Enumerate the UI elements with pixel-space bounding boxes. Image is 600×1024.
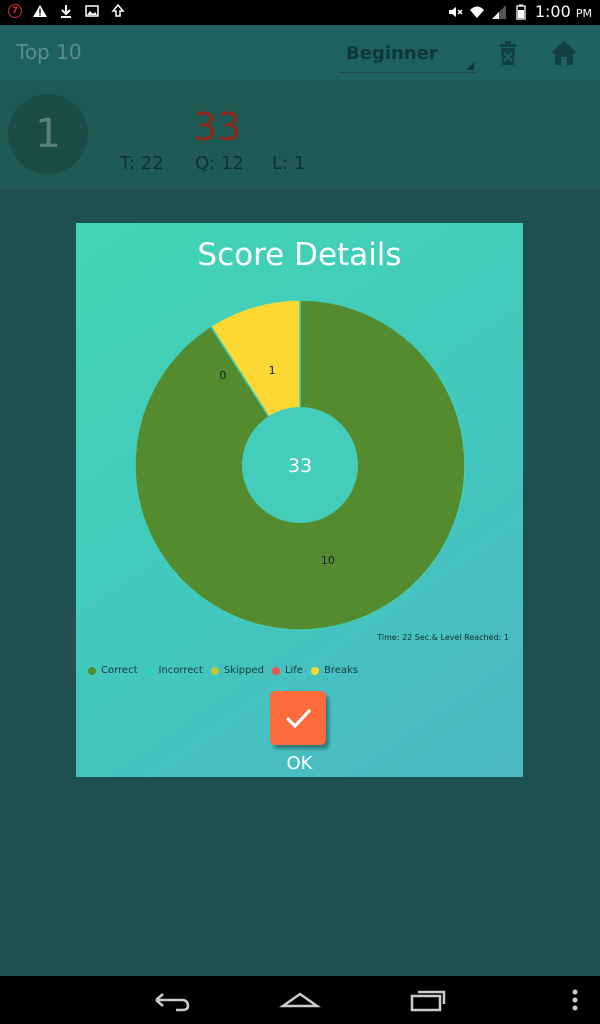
legend-dot <box>145 666 154 675</box>
slice-label-incorrect: 0 <box>219 369 226 382</box>
chart-footnote: Time: 22 Sec.& Level Reached: 1 <box>377 633 509 642</box>
lives-stat: L: 1 <box>272 153 306 174</box>
image-icon <box>85 5 99 17</box>
legend-label: Incorrect <box>158 665 203 676</box>
signal-icon <box>491 4 506 19</box>
upload-icon <box>111 3 125 17</box>
recent-apps-icon[interactable] <box>406 984 450 1016</box>
legend-label: Life <box>284 665 303 676</box>
back-icon[interactable] <box>150 984 194 1016</box>
legend-item-incorrect: Incorrect <box>145 665 203 676</box>
dropdown-caret-icon <box>466 62 474 70</box>
status-bar: 7 1:00 PM <box>0 0 600 25</box>
score-row: 1 33 T: 22 Q: 12 L: 1 <box>0 81 600 189</box>
battery-icon <box>516 4 526 20</box>
legend-dot <box>88 666 96 675</box>
download-icon <box>61 5 71 18</box>
center-score-label: 33 <box>288 455 312 477</box>
ok-label[interactable]: OK <box>76 753 523 774</box>
mute-icon <box>448 6 463 17</box>
legend-label: Correct <box>101 665 138 676</box>
legend-dot <box>271 666 280 675</box>
level-dropdown[interactable]: Beginner <box>338 37 476 73</box>
level-dropdown-value: Beginner <box>346 43 438 64</box>
notification-badge: 7 <box>8 4 22 18</box>
legend-item-breaks: Breaks <box>310 665 359 676</box>
score-details-dialog: Score Details 10 0 1 33 Time: 22 Sec.& Leve… <box>76 223 523 777</box>
chart-legend: Correct Incorrect Skipped Life Breaks <box>88 665 358 676</box>
score-value: 33 <box>193 105 242 149</box>
wifi-icon <box>469 6 484 18</box>
ok-button[interactable] <box>270 691 326 745</box>
warning-icon <box>33 5 47 17</box>
legend-item-life: Life <box>271 665 303 676</box>
navigation-bar <box>0 976 600 1024</box>
legend-label: Breaks <box>323 665 359 676</box>
page-title: Top 10 <box>16 40 82 64</box>
checkmark-icon <box>285 708 312 729</box>
app-bar: Top 10 Beginner <box>0 25 600 81</box>
legend-dot <box>210 666 219 675</box>
home-nav-icon[interactable] <box>278 984 322 1016</box>
rank-badge: 1 <box>8 94 88 174</box>
status-time: 1:00 PM <box>534 2 592 21</box>
delete-icon[interactable] <box>490 35 526 71</box>
slice-label-skipped: 1 <box>269 364 276 377</box>
legend-dot <box>310 666 319 675</box>
legend-label: Skipped <box>223 665 264 676</box>
home-icon[interactable] <box>546 35 582 71</box>
time-stat: T: 22 <box>120 153 164 174</box>
slice-label-correct: 10 <box>321 554 335 567</box>
questions-stat: Q: 12 <box>195 153 244 174</box>
overflow-menu-icon[interactable] <box>555 984 595 1016</box>
legend-item-correct: Correct <box>88 665 138 676</box>
legend-item-skipped: Skipped <box>210 665 264 676</box>
